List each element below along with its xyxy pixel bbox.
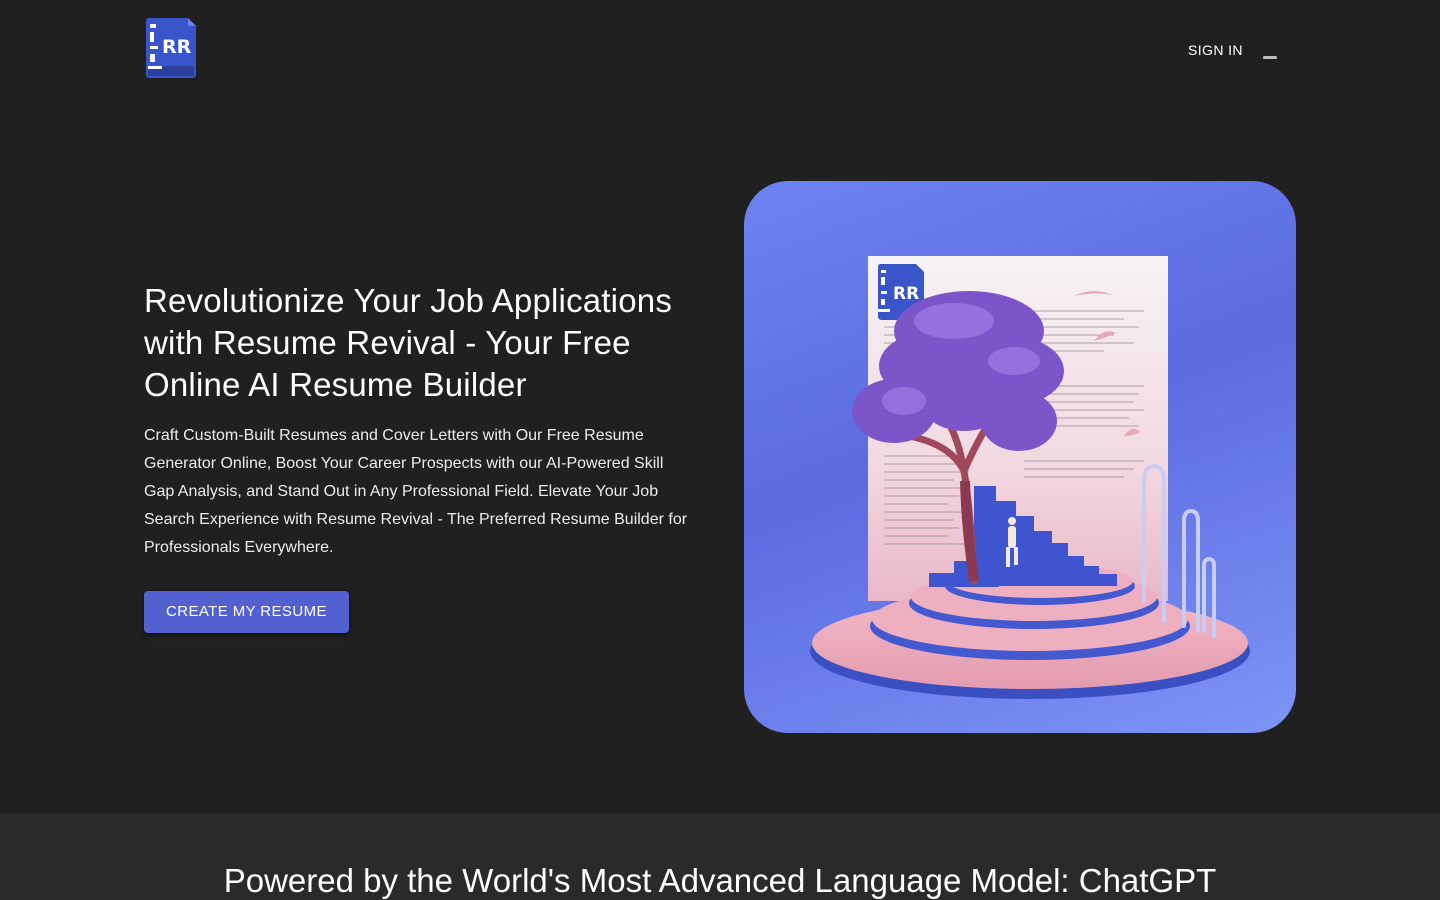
features-section: Powered by the World's Most Advanced Lan… (0, 813, 1440, 900)
section-title: Powered by the World's Most Advanced Lan… (223, 862, 1217, 899)
hero-title: Revolutionize Your Job Applications with… (144, 282, 673, 403)
page: RR SIGN IN Revolutionize Your Job Applic… (0, 0, 1440, 900)
hero-text: Revolutionize Your Job Applications with… (144, 280, 704, 562)
hero-description: Craft Custom-Built Resumes and Cover Let… (144, 427, 688, 556)
sign-in-button[interactable]: SIGN IN (1176, 34, 1255, 66)
theme-toggle-button[interactable] (1254, 34, 1286, 66)
svg-text:RR: RR (893, 284, 919, 304)
header: RR SIGN IN (0, 0, 1440, 100)
svg-text:RR: RR (162, 36, 192, 58)
hero-illustration: RR (744, 181, 1296, 733)
moon-icon (1263, 41, 1279, 59)
logo-icon: RR (146, 18, 196, 78)
resume-tree-illustration: RR (810, 256, 1250, 699)
site-logo[interactable]: RR (144, 16, 198, 80)
create-my-resume-button[interactable]: CREATE MY RESUME (144, 591, 349, 633)
